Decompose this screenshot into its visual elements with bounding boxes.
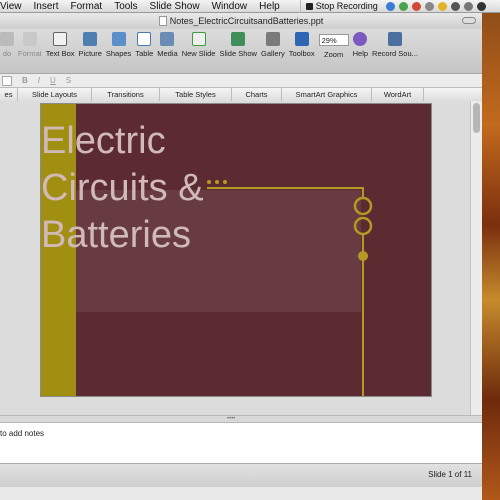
zoom-control[interactable]: 29% Zoom: [318, 32, 349, 59]
slide-title-line: Electric: [41, 120, 166, 162]
slide-title-line: Circuits &: [41, 167, 204, 209]
stop-icon: [305, 2, 313, 10]
toolbar-label: Shapes: [105, 49, 132, 58]
record-sound-icon: [387, 32, 402, 46]
wifi-icon[interactable]: [463, 1, 473, 11]
table-icon: [137, 32, 152, 46]
brush-icon: [22, 32, 37, 46]
toolbar-label: Slide Show: [219, 49, 257, 58]
media-icon: [160, 32, 175, 46]
stop-recording-button[interactable]: Stop Recording: [299, 0, 378, 13]
slide-title[interactable]: Electric Circuits & Batteries: [41, 118, 321, 259]
bluetooth-icon[interactable]: [450, 1, 460, 11]
slide-title-line: Batteries: [41, 214, 191, 256]
font-field[interactable]: [2, 75, 12, 86]
zoom-field[interactable]: 29%: [318, 34, 349, 46]
bold-button[interactable]: B: [22, 76, 28, 85]
toolbar-label: Help: [352, 49, 369, 58]
toolbox-icon: [294, 32, 309, 46]
underline-button[interactable]: U: [50, 76, 56, 85]
window-title: Notes_ElectricCircuitsandBatteries.ppt: [169, 16, 324, 26]
circuit-node: [358, 251, 368, 261]
clock-icon[interactable]: [476, 1, 486, 11]
toolbox-button[interactable]: Toolbox: [289, 32, 315, 58]
toolbar-label: New Slide: [181, 49, 216, 58]
picture-icon: [83, 32, 98, 46]
help-button[interactable]: Help: [353, 32, 368, 58]
italic-button[interactable]: I: [38, 76, 40, 85]
splitter-grip-icon: ••••: [227, 416, 236, 422]
menu-bar: View Insert Format Tools Slide Show Wind…: [0, 0, 500, 13]
text-box-button[interactable]: Text Box: [46, 32, 75, 58]
new-slide-button[interactable]: New Slide: [181, 32, 216, 58]
desktop-background: [482, 0, 500, 500]
picture-button[interactable]: Picture: [79, 32, 102, 58]
text-box-icon: [53, 32, 68, 46]
shapes-button[interactable]: Shapes: [106, 32, 131, 58]
gallery-button[interactable]: Gallery: [261, 32, 285, 58]
tab-transitions[interactable]: Transitions: [92, 88, 160, 101]
shapes-icon: [111, 32, 126, 46]
gear-icon[interactable]: [424, 1, 434, 11]
slide-counter: Slide 1 of 11: [428, 470, 472, 479]
toolbar-label: Record Sou...: [372, 49, 418, 58]
menu-format[interactable]: Format: [65, 0, 109, 13]
menu-tools[interactable]: Tools: [108, 0, 143, 13]
vertical-scrollbar[interactable]: [470, 101, 482, 415]
help-icon: [353, 32, 368, 46]
slide-show-icon: [231, 32, 246, 46]
media-button[interactable]: Media: [157, 32, 178, 58]
status-app-icon[interactable]: [385, 1, 395, 11]
undo-icon: [0, 32, 14, 46]
toolbar-label: do: [2, 49, 12, 58]
table-button[interactable]: Table: [135, 32, 153, 58]
tab-themes[interactable]: es: [0, 88, 18, 101]
tab-slide-layouts[interactable]: Slide Layouts: [18, 88, 92, 101]
toolbar-label: Table: [135, 49, 154, 58]
shadow-button[interactable]: S: [66, 76, 71, 85]
menu-extras: [385, 1, 486, 11]
notes-placeholder: to add notes: [0, 429, 45, 438]
status-bar: Slide 1 of 11: [0, 463, 482, 487]
standard-toolbar: do Format Text Box Picture Shapes Table …: [0, 29, 482, 74]
undo-button[interactable]: do: [0, 32, 14, 58]
toolbar-label: Zoom: [324, 50, 344, 59]
record-sound-button[interactable]: Record Sou...: [372, 32, 418, 58]
elements-gallery-tabs: es Slide Layouts Transitions Table Style…: [0, 88, 482, 102]
status-app-icon[interactable]: [411, 1, 421, 11]
notes-pane[interactable]: to add notes: [0, 423, 482, 463]
menu-window[interactable]: Window: [206, 0, 254, 13]
toolbar-label: Format: [18, 49, 42, 58]
notes-pane-splitter[interactable]: ••••: [0, 415, 482, 423]
new-slide-icon: [191, 32, 206, 46]
menu-help[interactable]: Help: [253, 0, 286, 13]
tab-table-styles[interactable]: Table Styles: [160, 88, 232, 101]
toolbar-label: Toolbox: [288, 49, 315, 58]
gallery-icon: [265, 32, 280, 46]
toolbar-label: Picture: [78, 49, 102, 58]
status-app-icon[interactable]: [437, 1, 447, 11]
format-painter-button[interactable]: Format: [18, 32, 42, 58]
toolbar-toggle-button[interactable]: [462, 17, 476, 24]
menu-slide-show[interactable]: Slide Show: [144, 0, 206, 13]
window-titlebar: Notes_ElectricCircuitsandBatteries.ppt: [0, 13, 482, 29]
scrollbar-thumb[interactable]: [473, 103, 480, 133]
tab-smartart-graphics[interactable]: SmartArt Graphics: [282, 88, 372, 101]
toolbar-label: Gallery: [260, 49, 285, 58]
slide-show-button[interactable]: Slide Show: [219, 32, 257, 58]
coil-loop: [353, 196, 373, 216]
menu-insert[interactable]: Insert: [28, 0, 65, 13]
document-icon: [158, 16, 167, 26]
stop-recording-label: Stop Recording: [315, 0, 378, 11]
toolbar-label: Text Box: [45, 49, 75, 58]
formatting-bar: B I U S: [0, 74, 482, 88]
menu-view[interactable]: View: [0, 0, 28, 13]
tab-charts[interactable]: Charts: [232, 88, 282, 101]
toolbar-label: Media: [157, 49, 178, 58]
coil-loop: [353, 216, 373, 236]
tab-wordart[interactable]: WordArt: [372, 88, 424, 101]
status-app-icon[interactable]: [398, 1, 408, 11]
